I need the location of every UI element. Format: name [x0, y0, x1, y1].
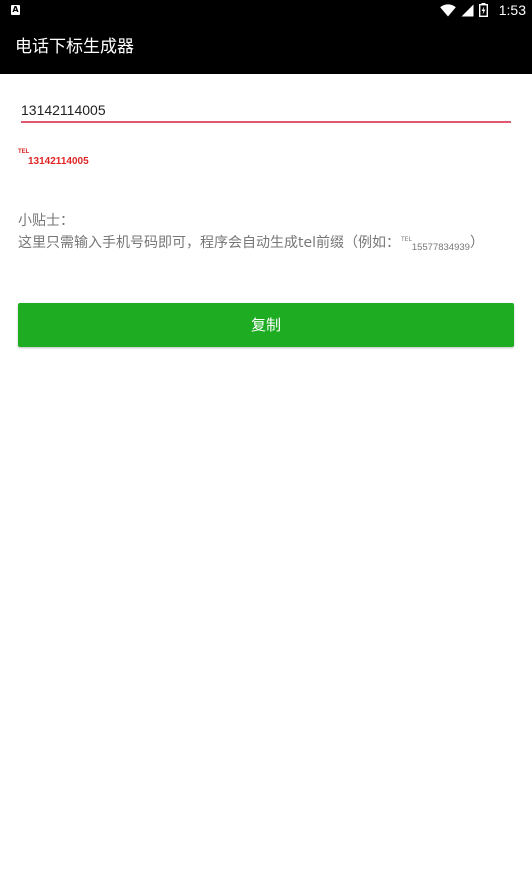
status-icons [440, 3, 488, 17]
input-underline [21, 121, 511, 123]
wifi-icon [440, 3, 456, 16]
tip-body-text: 这里只需输入手机号码即可，程序会自动生成tel前缀（例如： [18, 235, 400, 251]
status-time: 1:53 [498, 2, 526, 18]
tel-preview-prefix: TEL [18, 149, 30, 155]
copy-button[interactable]: 复制 [18, 303, 514, 347]
tip-body: 这里只需输入手机号码即可，程序会自动生成tel前缀（例如：TEL15577834… [18, 230, 484, 258]
tel-preview-number: 13142114005 [28, 156, 89, 167]
notification-icon-letter: A [12, 5, 19, 14]
notification-icon: A [11, 5, 20, 15]
app-bar: 电话下标生成器 [0, 20, 532, 74]
battery-icon [479, 3, 488, 17]
tip-example-number: 15577834939 [411, 242, 470, 253]
app-title: 电话下标生成器 [15, 37, 134, 57]
tip-title: 小贴士： [18, 213, 74, 229]
phone-number-input[interactable] [21, 98, 511, 122]
signal-icon [461, 4, 474, 16]
tip-example-prefix: TEL [401, 236, 412, 243]
tip-body-close: ） [469, 235, 484, 251]
status-bar: A 1:53 [0, 0, 532, 20]
